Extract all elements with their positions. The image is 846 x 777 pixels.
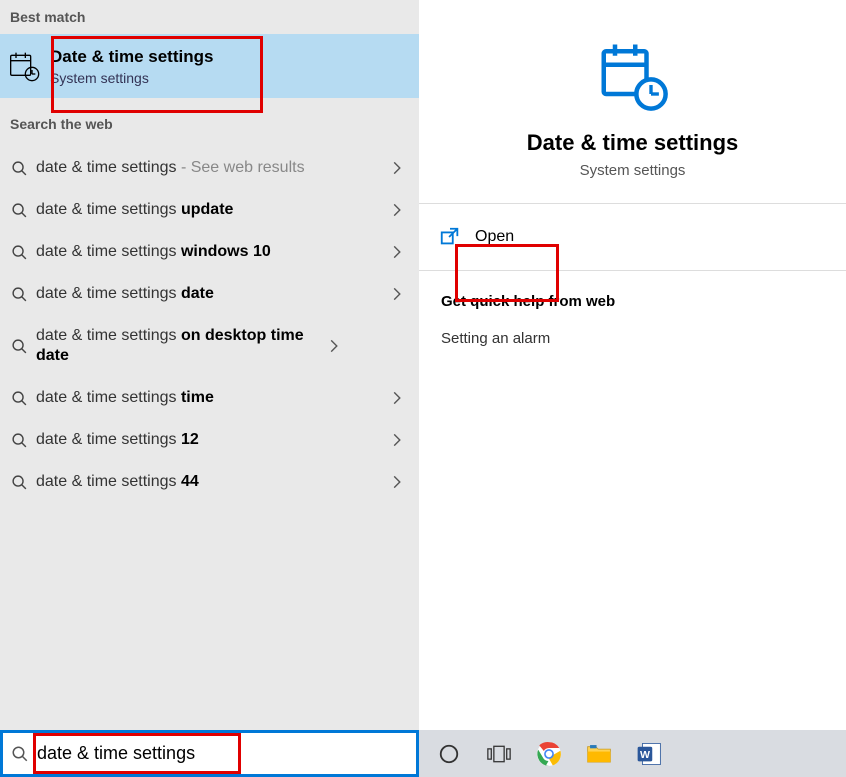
- taskbar: W: [0, 730, 846, 777]
- web-result-item[interactable]: date & time settings 12: [0, 419, 419, 461]
- search-icon: [6, 474, 32, 491]
- web-result-text: date & time settings windows 10: [32, 242, 385, 262]
- web-result-text: date & time settings time: [32, 388, 385, 408]
- search-icon: [6, 390, 32, 407]
- help-link-alarm[interactable]: Setting an alarm: [441, 330, 824, 347]
- chevron-right-icon: [385, 287, 409, 301]
- search-input[interactable]: [33, 743, 412, 764]
- word-icon[interactable]: W: [635, 740, 663, 768]
- web-result-item[interactable]: date & time settings time: [0, 377, 419, 419]
- open-label: Open: [475, 228, 514, 246]
- date-time-icon: [4, 50, 44, 82]
- best-match-row[interactable]: Date & time settings System settings: [0, 34, 419, 98]
- web-result-item[interactable]: date & time settings update: [0, 189, 419, 231]
- open-external-icon: [439, 226, 461, 248]
- taskbar-tray: W: [419, 730, 846, 777]
- date-time-large-icon: [597, 40, 669, 112]
- web-results-list: date & time settings - See web results da…: [0, 141, 419, 503]
- help-header: Get quick help from web: [441, 293, 824, 310]
- chevron-right-icon: [385, 433, 409, 447]
- chrome-icon[interactable]: [535, 740, 563, 768]
- web-results-label: Search the web: [0, 98, 419, 141]
- search-icon: [7, 745, 33, 763]
- web-result-text: date & time settings - See web results: [32, 158, 385, 178]
- open-button[interactable]: Open: [419, 204, 846, 270]
- search-icon: [6, 244, 32, 261]
- web-result-text: date & time settings update: [32, 200, 385, 220]
- help-section: Get quick help from web Setting an alarm: [419, 271, 846, 369]
- taskbar-search-box[interactable]: [0, 730, 419, 777]
- file-explorer-icon[interactable]: [585, 740, 613, 768]
- web-result-item[interactable]: date & time settings 44: [0, 461, 419, 503]
- detail-panel: Date & time settings System settings Ope…: [419, 0, 846, 730]
- web-result-text: date & time settings 12: [32, 430, 385, 450]
- best-match-subtitle: System settings: [50, 70, 213, 86]
- web-result-item[interactable]: date & time settings on desktop time dat…: [0, 315, 419, 377]
- best-match-label: Best match: [0, 0, 419, 34]
- web-result-item[interactable]: date & time settings date: [0, 273, 419, 315]
- web-result-item[interactable]: date & time settings windows 10: [0, 231, 419, 273]
- chevron-right-icon: [385, 203, 409, 217]
- best-match-title: Date & time settings: [50, 46, 213, 68]
- detail-title: Date & time settings: [527, 130, 739, 156]
- svg-text:W: W: [640, 749, 650, 761]
- hero-section: Date & time settings System settings: [419, 0, 846, 204]
- chevron-right-icon: [385, 391, 409, 405]
- chevron-right-icon: [322, 339, 346, 353]
- search-icon: [6, 338, 32, 355]
- web-result-text: date & time settings 44: [32, 472, 385, 492]
- cortana-icon[interactable]: [435, 740, 463, 768]
- chevron-right-icon: [385, 475, 409, 489]
- search-results-panel: Best match Date & time settings System s…: [0, 0, 419, 730]
- task-view-icon[interactable]: [485, 740, 513, 768]
- chevron-right-icon: [385, 161, 409, 175]
- chevron-right-icon: [385, 245, 409, 259]
- search-icon: [6, 160, 32, 177]
- search-icon: [6, 432, 32, 449]
- web-result-item[interactable]: date & time settings - See web results: [0, 147, 419, 189]
- detail-subtitle: System settings: [580, 162, 686, 179]
- search-icon: [6, 286, 32, 303]
- web-result-text: date & time settings date: [32, 284, 385, 304]
- web-result-text: date & time settings on desktop time dat…: [32, 326, 322, 366]
- search-icon: [6, 202, 32, 219]
